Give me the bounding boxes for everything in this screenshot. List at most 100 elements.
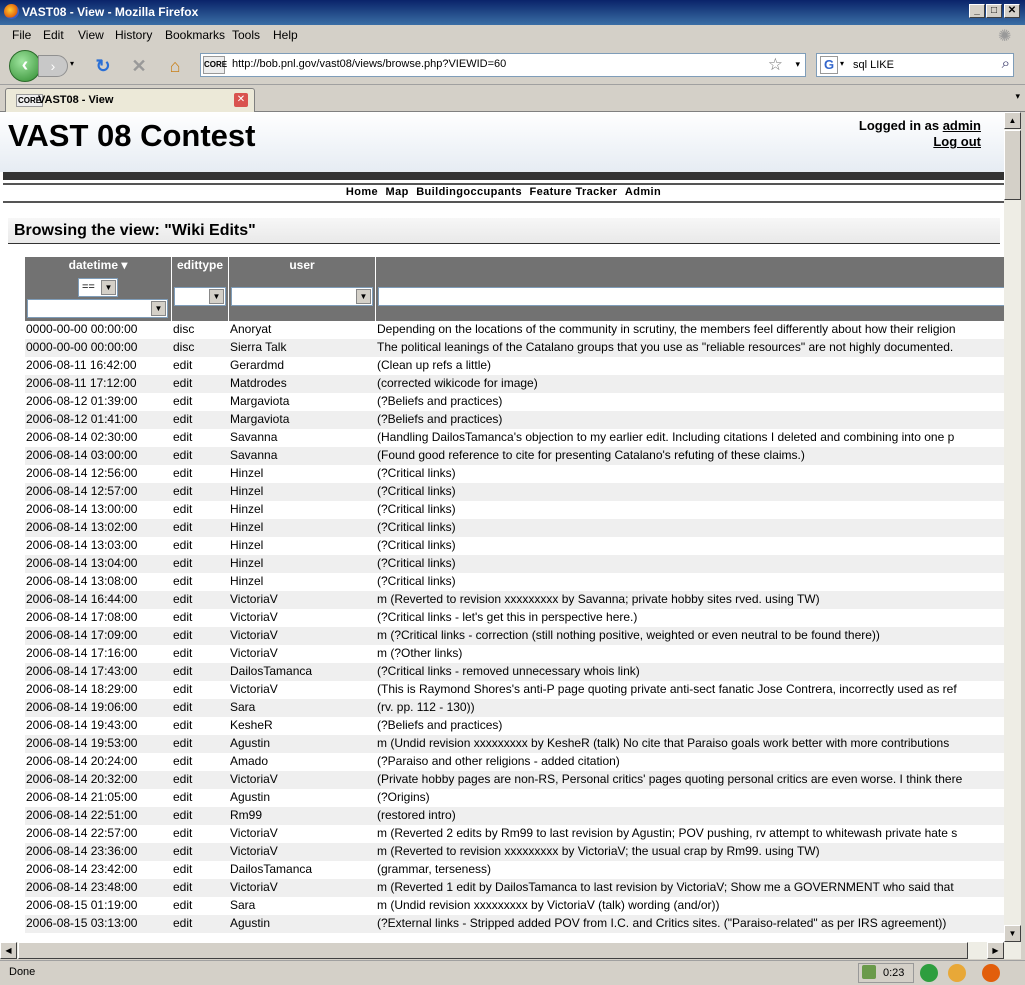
nav-home[interactable]: Home (346, 186, 378, 198)
vertical-scrollbar[interactable]: ▲ ▼ (1004, 112, 1021, 942)
scroll-right-icon[interactable]: ▶ (987, 942, 1004, 959)
cell-datetime: 2006-08-14 23:36:00 (26, 844, 138, 858)
cell-comment: (?Critical links) (377, 574, 456, 588)
cell-datetime: 2006-08-14 17:09:00 (26, 628, 138, 642)
datetime-filter-select[interactable]: ▼ (27, 299, 168, 318)
search-icon[interactable]: ⌕ (1002, 55, 1010, 72)
menu-history[interactable]: History (115, 28, 152, 42)
cell-edittype: edit (173, 430, 193, 444)
column-header-edittype[interactable]: edittype (172, 257, 228, 275)
cell-datetime: 2006-08-14 12:56:00 (26, 466, 138, 480)
tab-close-icon[interactable]: ✕ (234, 93, 248, 107)
menu-view[interactable]: View (78, 28, 104, 42)
stop-icon[interactable]: ✕ (128, 55, 150, 77)
addon-icon[interactable] (948, 964, 966, 982)
column-header-user[interactable]: user (229, 257, 375, 275)
timer-value: 0:23 (883, 967, 905, 979)
cell-comment: m (?Critical links - correction (still n… (377, 628, 880, 642)
column-header-datetime[interactable]: datetime ▾ (25, 257, 171, 275)
menu-help[interactable]: Help (273, 28, 298, 42)
firefox-status-icon[interactable] (982, 964, 1000, 982)
comment-filter-input[interactable] (378, 287, 1004, 306)
logout-link[interactable]: Log out (933, 134, 981, 149)
table-row: 0000-00-00 00:00:00 disc Sierra Talk The po… (25, 339, 1004, 357)
page-icon (862, 965, 876, 979)
menu-bookmarks[interactable]: Bookmarks (165, 28, 225, 42)
chevron-down-icon: ▼ (151, 301, 166, 316)
menu-file[interactable]: File (12, 28, 31, 42)
table-row: 2006-08-14 17:16:00 edit VictoriaV m (?Othe… (25, 645, 1004, 663)
cell-comment: (?Critical links) (377, 466, 456, 480)
nav-admin[interactable]: Admin (625, 186, 661, 198)
table-row: 2006-08-11 17:12:00 edit Matdrodes (correct… (25, 375, 1004, 393)
filter-cell-comment (376, 275, 1004, 321)
search-input[interactable]: sql LIKE (853, 59, 894, 71)
datetime-operator-select[interactable]: == ▼ (78, 278, 118, 297)
browse-header: Browsing the view: "Wiki Edits" (8, 218, 1000, 244)
history-dropdown-icon[interactable]: ▾ (70, 59, 74, 68)
search-bar[interactable]: G ▾ sql LIKE ⌕ (816, 53, 1014, 77)
column-header-comment[interactable] (376, 257, 1004, 275)
cell-datetime: 2006-08-15 03:13:00 (26, 916, 138, 930)
table-row: 2006-08-14 12:57:00 edit Hinzel (?Critical … (25, 483, 1004, 501)
cell-datetime: 2006-08-14 19:06:00 (26, 700, 138, 714)
cell-edittype: edit (173, 808, 193, 822)
scroll-up-icon[interactable]: ▲ (1004, 112, 1021, 129)
cell-comment: Depending on the locations of the commun… (377, 322, 956, 336)
horizontal-scroll-thumb[interactable] (18, 942, 968, 959)
cell-user: VictoriaV (230, 628, 278, 642)
cell-comment: (?Origins) (377, 790, 430, 804)
horizontal-scrollbar[interactable]: ◀ ▶ (0, 942, 1021, 959)
cell-comment: m (Undid revision xxxxxxxxx by KesheR (t… (377, 736, 950, 750)
table-row: 2006-08-14 19:43:00 edit KesheR (?Beliefs a… (25, 717, 1004, 735)
maximize-button[interactable]: □ (986, 4, 1002, 18)
scroll-left-icon[interactable]: ◀ (0, 942, 17, 959)
cell-comment: (This is Raymond Shores's anti-P page qu… (377, 682, 957, 696)
nav-map[interactable]: Map (386, 186, 409, 198)
vertical-scroll-thumb[interactable] (1004, 130, 1021, 200)
table-row: 0000-00-00 00:00:00 disc Anoryat Depending … (25, 321, 1004, 339)
user-filter-select[interactable]: ▼ (231, 287, 373, 306)
menu-tools[interactable]: Tools (232, 28, 260, 42)
url-bar[interactable]: CORE http://bob.pnl.gov/vast08/views/bro… (200, 53, 806, 77)
cell-user: Agustin (230, 736, 271, 750)
reload-icon[interactable]: ↻ (92, 55, 114, 77)
cell-user: VictoriaV (230, 844, 278, 858)
tab-vast08-view[interactable]: CORE VAST08 - View ✕ (5, 88, 255, 112)
cell-comment: (Private hobby pages are non-RS, Persona… (377, 772, 963, 786)
scroll-down-icon[interactable]: ▼ (1004, 925, 1021, 942)
url-text[interactable]: http://bob.pnl.gov/vast08/views/browse.p… (232, 58, 506, 70)
menu-edit[interactable]: Edit (43, 28, 64, 42)
nav-feature-tracker[interactable]: Feature Tracker (529, 186, 617, 198)
engine-dropdown-icon[interactable]: ▾ (840, 59, 844, 68)
forward-button[interactable]: › (38, 55, 68, 77)
user-link[interactable]: admin (943, 118, 981, 133)
cell-user: VictoriaV (230, 880, 278, 894)
nav-links: Home Map Buildingoccupants Feature Track… (3, 186, 1004, 198)
window-title: VAST08 - View - Mozilla Firefox (22, 5, 199, 19)
table-row: 2006-08-14 17:08:00 edit VictoriaV (?Critic… (25, 609, 1004, 627)
filter-cell-datetime: == ▼ ▼ (25, 275, 171, 321)
url-dropdown-icon[interactable]: ▾ (795, 59, 800, 70)
cell-datetime: 2006-08-14 13:03:00 (26, 538, 138, 552)
bookmark-star-icon[interactable]: ☆ (768, 55, 783, 75)
close-button[interactable]: ✕ (1004, 4, 1020, 18)
nav-buildingoccupants[interactable]: Buildingoccupants (416, 186, 522, 198)
cell-datetime: 0000-00-00 00:00:00 (26, 340, 138, 354)
check-icon[interactable] (920, 964, 938, 982)
tab-list-icon[interactable]: ▾ (1015, 91, 1020, 102)
google-engine-icon[interactable]: G (820, 56, 838, 74)
minimize-button[interactable]: _ (969, 4, 985, 18)
cell-user: VictoriaV (230, 592, 278, 606)
cell-comment: (rv. pp. 112 - 130)) (377, 700, 475, 714)
table-row: 2006-08-14 21:05:00 edit Agustin (?Origins) (25, 789, 1004, 807)
back-button[interactable]: ‹ (9, 50, 41, 82)
home-icon[interactable]: ⌂ (164, 55, 186, 77)
edittype-filter-select[interactable]: ▼ (174, 287, 226, 306)
status-text: Done (9, 966, 36, 978)
firefox-icon (4, 4, 19, 19)
cell-edittype: edit (173, 898, 193, 912)
cell-user: VictoriaV (230, 610, 278, 624)
cell-datetime: 2006-08-14 22:57:00 (26, 826, 138, 840)
cell-user: Margaviota (230, 412, 290, 426)
